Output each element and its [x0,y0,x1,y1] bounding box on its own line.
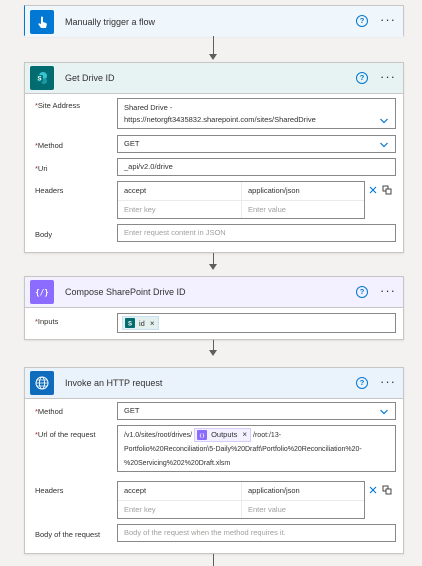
body-input[interactable]: Enter request content in JSON [117,224,396,242]
switch-mode-icon[interactable] [382,185,392,195]
sharepoint-icon: S [30,66,54,90]
body-placeholder: Enter request content in JSON [124,228,226,237]
header-key-input[interactable]: accept [118,182,241,200]
chevron-down-icon[interactable] [380,141,388,149]
flow-connector [213,36,214,54]
flow-connector [213,554,214,566]
card-body: *Method GET *Url of the request /v1.0/si… [25,399,403,553]
method-dropdown[interactable]: GET [117,402,396,420]
compose-icon: {/} [30,280,54,304]
more-icon[interactable]: ··· [380,67,396,87]
help-icon[interactable]: ? [356,286,368,298]
site-address-label: *Site Address [35,101,80,110]
body-label: Body [35,230,53,239]
down-arrow-icon [209,54,217,60]
close-icon[interactable] [368,485,378,495]
method-label: *Method [35,407,63,416]
header-row-empty: Enter key Enter value [118,200,364,218]
uri-label-text: Uri [37,164,48,173]
globe-icon [30,371,54,395]
svg-text:S: S [128,322,132,328]
body-label: Body of the request [35,530,101,539]
card-body: *Inputs S id × [25,308,403,339]
help-icon[interactable]: ? [356,377,368,389]
headers-table: accept application/json Enter key Enter … [117,181,365,219]
help-icon[interactable]: ? [356,72,368,84]
card-title: Compose SharePoint Drive ID [65,287,186,297]
header-value-input[interactable]: application/json [241,182,364,200]
uri-value: _api/v2.0/drive [124,162,173,171]
close-icon[interactable] [368,185,378,195]
svg-text:{}: {} [199,433,205,439]
help-icon[interactable]: ? [356,15,368,27]
compose-card[interactable]: {/} Compose SharePoint Drive ID ? ··· *I… [24,276,404,340]
site-address-line1: Shared Drive - [124,103,173,112]
inputs-field[interactable]: S id × [117,313,396,333]
more-icon[interactable]: ··· [380,372,396,392]
url-prefix: /v1.0/sites/root/drives/ [124,431,193,439]
method-value: GET [124,406,140,415]
flow-connector [213,340,214,350]
close-icon[interactable]: × [242,428,247,442]
method-label: *Method [35,141,63,150]
svg-text:S: S [37,77,41,83]
headers-label: Headers [35,186,64,195]
compose-icon-glyph: {/} [35,287,49,297]
sharepoint-icon: S [125,318,135,328]
down-arrow-icon [209,264,217,270]
more-icon[interactable]: ··· [380,10,396,30]
url-label-text: Url of the request [37,430,96,439]
more-icon[interactable]: ··· [380,281,396,301]
site-address-label-text: Site Address [37,101,81,110]
uri-label: *Uri [35,164,48,173]
inputs-label-text: Inputs [37,317,59,326]
chevron-down-icon[interactable] [380,408,388,416]
header-row: accept application/json [118,182,364,200]
flow-connector [213,253,214,264]
url-line1: /v1.0/sites/root/drives/ {} Outputs × /r… [124,428,389,443]
method-dropdown[interactable]: GET [117,135,396,153]
header-key-input[interactable]: Enter key [118,201,241,218]
header-value-input[interactable]: Enter value [241,501,364,518]
url-suffix: /root:/13- [253,431,282,439]
compose-icon: {} [197,430,208,440]
site-address-dropdown[interactable]: Shared Drive - https://netorgft3435832.s… [117,98,396,129]
header-value-input[interactable]: Enter value [241,201,364,218]
trigger-card[interactable]: Manually trigger a flow ? ··· [24,5,404,37]
headers-label: Headers [35,486,64,495]
close-icon[interactable]: × [150,319,155,328]
url-line3: %20Servicing%202%20Draft.xlsm [124,459,231,467]
header-key-input[interactable]: accept [118,482,241,500]
header-row: accept application/json [118,482,364,500]
url-label: *Url of the request [35,430,95,439]
card-title: Manually trigger a flow [65,16,156,27]
card-title: Invoke an HTTP request [65,378,163,388]
url-line2: Portfolio%20Reconciliation\5-Daily%20Dra… [124,445,362,453]
get-drive-id-card[interactable]: S Get Drive ID ? ··· *Site Address Share… [24,62,404,253]
invoke-http-card[interactable]: Invoke an HTTP request ? ··· *Method GET… [24,367,404,554]
touch-icon [30,9,54,34]
headers-table: accept application/json Enter key Enter … [117,481,365,519]
dynamic-content-token[interactable]: S id × [122,316,159,330]
header-value-input[interactable]: application/json [241,482,364,500]
method-label-text: Method [37,407,63,416]
site-address-line2: https://netorgft3435832.sharepoint.com/s… [124,115,316,124]
method-label-text: Method [37,141,63,150]
header-row-empty: Enter key Enter value [118,500,364,518]
dynamic-content-token[interactable]: {} Outputs × [194,428,252,442]
method-value: GET [124,139,140,148]
card-title: Get Drive ID [65,73,115,83]
inputs-label: *Inputs [35,317,58,326]
token-label: Outputs [211,430,238,439]
uri-input[interactable]: _api/v2.0/drive [117,158,396,176]
header-key-input[interactable]: Enter key [118,501,241,518]
switch-mode-icon[interactable] [382,485,392,495]
body-placeholder: Body of the request when the method requ… [124,528,286,537]
url-input[interactable]: /v1.0/sites/root/drives/ {} Outputs × /r… [117,425,396,472]
down-arrow-icon [209,350,217,356]
body-input[interactable]: Body of the request when the method requ… [117,524,396,542]
token-label: id [139,318,145,328]
card-body: *Site Address Shared Drive - https://net… [25,94,403,252]
chevron-down-icon[interactable] [380,117,388,125]
